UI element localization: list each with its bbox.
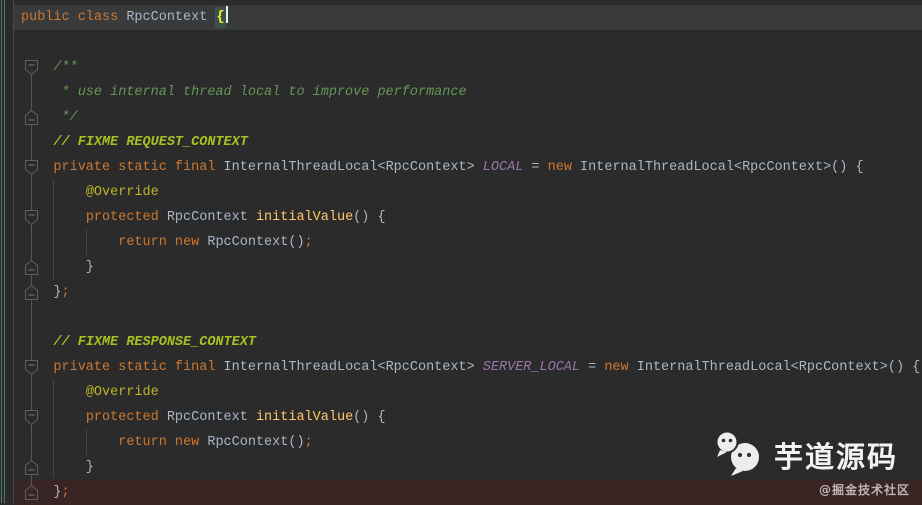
fold-start-marker[interactable]: [25, 410, 38, 426]
indent-guide: [53, 380, 54, 478]
code-line-20[interactable]: };: [14, 480, 922, 505]
code-line-11[interactable]: }: [14, 255, 922, 280]
indent-guide: [86, 430, 87, 455]
code-token-semi: ;: [304, 235, 313, 250]
code-token-kw: protected: [85, 210, 167, 225]
code-token-kw: return new: [118, 435, 208, 450]
code-line-17[interactable]: protected RpcContext initialValue() {: [14, 405, 922, 430]
code-token-brace: {: [215, 7, 226, 28]
code-line-10[interactable]: return new RpcContext();: [14, 230, 922, 255]
code-line-12[interactable]: };: [14, 280, 922, 305]
code-line-13[interactable]: [14, 305, 922, 330]
indent-guide: [53, 180, 54, 280]
code-token-def: InternalThreadLocal<RpcContext>: [223, 360, 483, 375]
fold-start-marker[interactable]: [25, 210, 38, 226]
code-token-def: InternalThreadLocal<RpcContext>() {: [628, 360, 921, 375]
code-token-def: RpcContext: [126, 10, 216, 25]
fold-start-marker[interactable]: [25, 360, 38, 376]
code-token-fld: LOCAL: [482, 160, 524, 175]
code-token-def: =: [580, 360, 605, 375]
code-token-def: =: [523, 160, 548, 175]
code-token-mth: initialValue: [255, 410, 354, 425]
code-line-16[interactable]: @Override: [14, 380, 922, 405]
code-token-kw: return new: [118, 235, 208, 250]
code-token-kw: new: [604, 360, 629, 375]
code-token-ann: @Override: [85, 185, 159, 200]
code-line-8[interactable]: @Override: [14, 180, 922, 205]
code-line-4[interactable]: * use internal thread local to improve p…: [14, 80, 922, 105]
vcs-change-strip: [4, 0, 5, 503]
code-token-def: () {: [353, 410, 386, 425]
code-token-def: RpcContext(): [207, 235, 305, 250]
code-line-1[interactable]: public class RpcContext {: [14, 5, 922, 30]
intellij-editor: { "app": { "name": "IntelliJ-style Java …: [0, 0, 922, 505]
code-token-def: InternalThreadLocal<RpcContext>: [223, 160, 483, 175]
vcs-change-strip: [1, 0, 2, 503]
code-token-mth: initialValue: [255, 210, 354, 225]
code-token-kw: private static final: [53, 160, 224, 175]
fold-start-marker[interactable]: [25, 60, 38, 76]
watermark-brand-text: 芋道源码: [773, 440, 898, 474]
code-token-semi: ;: [61, 485, 70, 500]
code-token-def: [21, 435, 118, 450]
code-token-kw: public class: [21, 10, 127, 25]
code-token-todo: // FIXME RESPONSE_CONTEXT: [21, 335, 256, 350]
wechat-icon: [715, 430, 759, 476]
code-line-9[interactable]: protected RpcContext initialValue() {: [14, 205, 922, 230]
code-line-7[interactable]: private static final InternalThreadLocal…: [14, 155, 922, 180]
code-token-kw: private static final: [53, 360, 224, 375]
code-token-doc: * use internal thread local to improve p…: [21, 85, 467, 100]
fold-end-marker[interactable]: [25, 484, 38, 500]
code-line-5[interactable]: */: [14, 105, 922, 130]
code-line-6[interactable]: // FIXME REQUEST_CONTEXT: [14, 130, 922, 155]
code-token-fld: SERVER_LOCAL: [482, 360, 581, 375]
code-token-def: RpcContext: [166, 410, 256, 425]
code-token-def: RpcContext(): [207, 435, 305, 450]
fold-end-marker[interactable]: [25, 109, 38, 125]
fold-region-line: [31, 67, 32, 495]
watermark: 芋道源码: [714, 430, 898, 480]
code-token-kw: new: [547, 160, 572, 175]
fold-start-marker[interactable]: [25, 160, 38, 176]
code-line-2[interactable]: [14, 30, 922, 55]
indent-guide: [86, 230, 87, 255]
code-editor-area[interactable]: public class RpcContext { /** * use inte…: [0, 0, 922, 505]
code-line-15[interactable]: private static final InternalThreadLocal…: [14, 355, 922, 380]
code-token-def: RpcContext: [166, 210, 256, 225]
fold-end-marker[interactable]: [25, 459, 38, 475]
code-token-ann: @Override: [85, 385, 159, 400]
fold-end-marker[interactable]: [25, 284, 38, 300]
code-token-def: [21, 235, 118, 250]
code-token-semi: ;: [304, 435, 313, 450]
code-token-kw: protected: [85, 410, 167, 425]
text-caret: [225, 6, 228, 23]
code-line-3[interactable]: /**: [14, 55, 922, 80]
code-line-14[interactable]: // FIXME RESPONSE_CONTEXT: [14, 330, 922, 355]
watermark-credit-text: @掘金技术社区: [818, 483, 910, 497]
code-token-def: InternalThreadLocal<RpcContext>() {: [571, 160, 864, 175]
code-token-def: () {: [353, 210, 386, 225]
code-token-todo: // FIXME REQUEST_CONTEXT: [21, 135, 248, 150]
gutter-separator: [13, 0, 14, 503]
fold-end-marker[interactable]: [25, 259, 38, 275]
code-token-semi: ;: [61, 285, 70, 300]
